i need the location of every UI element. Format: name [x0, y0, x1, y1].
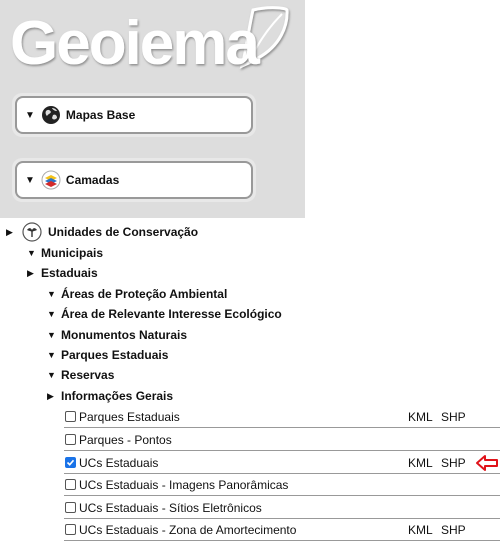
tree-node-label: Unidades de Conservação: [48, 225, 199, 239]
tree-node-label: Parques Estaduais: [61, 348, 169, 362]
tree-node-municipal[interactable]: ▼ Municipais: [27, 246, 103, 260]
tree-node-label: Áreas de Proteção Ambiental: [61, 287, 228, 301]
tree-node-label: Municipais: [41, 246, 104, 260]
shp-download-link[interactable]: SHP: [441, 523, 466, 537]
tree-node-environmental-protection-areas[interactable]: ▼ Áreas de Proteção Ambiental: [47, 287, 227, 301]
layer-row: UCs Estaduais - Imagens Panorâmicas: [64, 474, 500, 496]
kml-download-link[interactable]: KML: [408, 410, 433, 424]
check-icon: [66, 459, 75, 466]
base-maps-label: Mapas Base: [65, 108, 136, 122]
expanded-arrow-icon: ▼: [27, 248, 36, 258]
kml-download-link[interactable]: KML: [408, 456, 433, 470]
expanded-arrow-icon: ▼: [47, 309, 56, 319]
top-panel: Geoiema ▼ Mapas Base ▼ Camadas: [0, 0, 305, 218]
layer-checkbox[interactable]: [65, 502, 76, 513]
kml-download-link[interactable]: KML: [408, 523, 433, 537]
tree-node-general-info[interactable]: ▶ Informações Gerais: [47, 389, 173, 403]
layers-icon: [41, 170, 61, 190]
tree-node-label: Informações Gerais: [61, 389, 174, 403]
logo-text: Geoiema: [10, 9, 260, 78]
layer-checkbox[interactable]: [65, 434, 76, 445]
tree-node-natural-monuments[interactable]: ▼ Monumentos Naturais: [47, 328, 187, 342]
pointer-arrow-icon: [476, 455, 498, 471]
shp-download-link[interactable]: SHP: [441, 410, 466, 424]
layer-row: Parques - Pontos: [64, 429, 500, 451]
layer-label: Parques Estaduais: [79, 409, 180, 424]
tree-node-conservation-units[interactable]: ▶ Unidades de Conservação: [6, 222, 198, 242]
shp-download-link[interactable]: SHP: [441, 456, 466, 470]
layer-row: Parques Estaduais KML SHP: [64, 406, 500, 428]
tree-node-ecological-interest-area[interactable]: ▼ Área de Relevante Interesse Ecológico: [47, 307, 282, 321]
tree-leaf-icon: [22, 222, 42, 242]
tree-node-state[interactable]: ▶ Estaduais: [27, 266, 98, 280]
layer-label: Parques - Pontos: [79, 432, 172, 447]
collapsed-arrow-icon: ▶: [27, 267, 34, 278]
geoiema-logo: Geoiema: [8, 2, 293, 78]
layer-row: UCs Estaduais KML SHP: [64, 452, 500, 474]
layer-checkbox[interactable]: [65, 479, 76, 490]
globe-icon: [41, 106, 60, 124]
layer-label: UCs Estaduais - Zona de Amortecimento: [79, 522, 297, 537]
expanded-arrow-icon: ▼: [47, 330, 56, 340]
tree-node-reserves[interactable]: ▼ Reservas: [47, 368, 114, 382]
layer-checkbox[interactable]: [65, 524, 76, 535]
expand-triangle-icon: ▼: [25, 109, 35, 121]
layer-checkbox-checked[interactable]: [65, 457, 76, 468]
layer-label: UCs Estaduais - Imagens Panorâmicas: [79, 477, 289, 492]
collapsed-arrow-icon: ▶: [47, 390, 54, 401]
tree-node-state-parks[interactable]: ▼ Parques Estaduais: [47, 348, 168, 362]
tree-node-label: Estaduais: [41, 266, 98, 280]
expanded-arrow-icon: ▼: [47, 370, 56, 380]
expand-triangle-icon: ▼: [25, 174, 35, 186]
tree-node-label: Área de Relevante Interesse Ecológico: [61, 307, 282, 321]
layer-row: UCs Estaduais - Zona de Amortecimento KM…: [64, 519, 500, 541]
expanded-arrow-icon: ▼: [47, 350, 56, 360]
layers-button[interactable]: ▼ Camadas: [12, 158, 256, 202]
tree-node-label: Monumentos Naturais: [61, 328, 188, 342]
layers-label: Camadas: [65, 173, 120, 187]
layer-checkbox[interactable]: [65, 411, 76, 422]
layer-label: UCs Estaduais: [79, 455, 159, 470]
tree-node-label: Reservas: [61, 368, 115, 382]
collapsed-arrow-icon: ▶: [6, 226, 13, 237]
expanded-arrow-icon: ▼: [47, 289, 56, 299]
layer-label: UCs Estaduais - Sítios Eletrônicos: [79, 500, 262, 515]
layer-row: UCs Estaduais - Sítios Eletrônicos: [64, 497, 500, 519]
base-maps-button[interactable]: ▼ Mapas Base: [12, 93, 256, 137]
